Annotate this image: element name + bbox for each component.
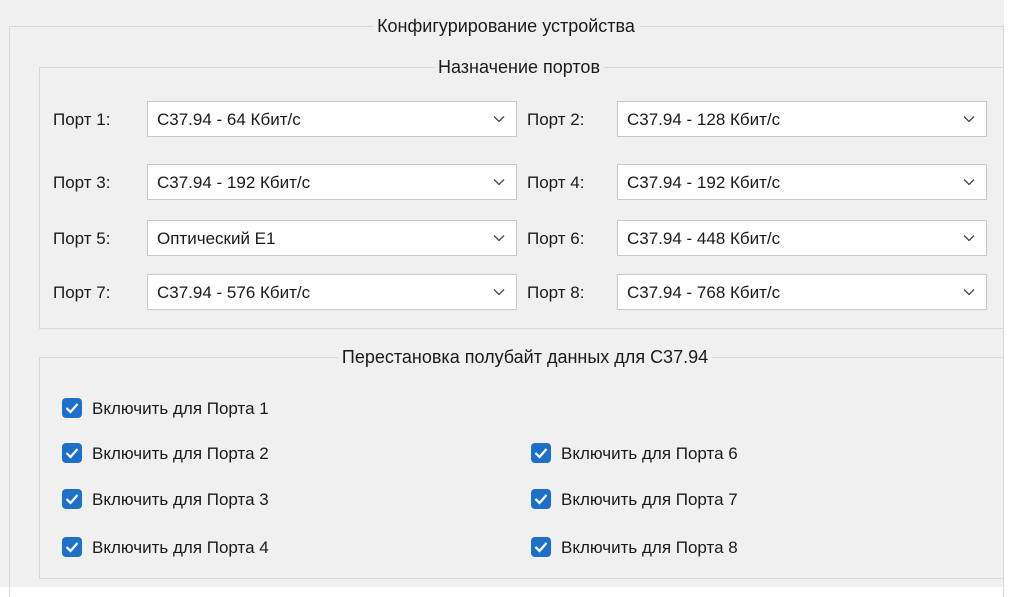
checkbox-port-8[interactable]: Включить для Порта 8 [531,536,831,560]
checkbox-label: Включить для Порта 4 [92,538,269,557]
checkbox-label: Включить для Порта 6 [561,444,738,463]
chevron-down-icon [963,116,975,123]
port-3-label: Порт 3: [53,173,111,192]
checkmark-icon [65,403,79,414]
port-6-combobox[interactable]: С37.94 - 448 Кбит/с [617,220,987,256]
checkbox-port-4[interactable]: Включить для Порта 4 [62,536,362,560]
port-2-label: Порт 2: [527,110,585,129]
port-2-value: С37.94 - 128 Кбит/с [627,110,781,129]
port-7-combobox[interactable]: С37.94 - 576 Кбит/с [147,274,517,310]
port-1-combobox[interactable]: С37.94 - 64 Кбит/с [147,101,517,137]
checkbox-label: Включить для Порта 3 [92,490,269,509]
checkbox-label: Включить для Порта 1 [92,399,269,418]
port-5-value: Оптический Е1 [157,229,276,248]
port-3-value: С37.94 - 192 Кбит/с [157,173,311,192]
port-4-combobox[interactable]: С37.94 - 192 Кбит/с [617,164,987,200]
checkbox-label: Включить для Порта 2 [92,444,269,463]
checkmark-icon [534,448,548,459]
checkbox-box[interactable] [531,443,551,463]
checkbox-box[interactable] [531,537,551,557]
port-4-value: С37.94 - 192 Кбит/с [627,173,781,192]
checkbox-box[interactable] [531,489,551,509]
port-5-label: Порт 5: [53,229,111,248]
checkbox-port-7[interactable]: Включить для Порта 7 [531,488,831,512]
device-config-title: Конфигурирование устройства [373,15,639,37]
port-1-value: С37.94 - 64 Кбит/с [157,110,301,129]
port-4-label: Порт 4: [527,173,585,192]
checkbox-box[interactable] [62,443,82,463]
checkbox-label: Включить для Порта 7 [561,490,738,509]
checkmark-icon [534,542,548,553]
nibble-swap-title: Перестановка полубайт данных для С37.94 [337,346,713,368]
port-8-label: Порт 8: [527,283,585,302]
checkbox-box[interactable] [62,489,82,509]
checkbox-port-6[interactable]: Включить для Порта 6 [531,442,831,466]
port-7-value: С37.94 - 576 Кбит/с [157,283,311,302]
checkmark-icon [534,494,548,505]
chevron-down-icon [963,235,975,242]
checkmark-icon [65,448,79,459]
checkbox-port-3[interactable]: Включить для Порта 3 [62,488,362,512]
port-8-value: С37.94 - 768 Кбит/с [627,283,781,302]
chevron-down-icon [963,179,975,186]
checkbox-port-2[interactable]: Включить для Порта 2 [62,442,362,466]
port-8-combobox[interactable]: С37.94 - 768 Кбит/с [617,274,987,310]
checkbox-port-1[interactable]: Включить для Порта 1 [62,397,362,421]
checkmark-icon [65,494,79,505]
port-6-value: С37.94 - 448 Кбит/с [627,229,781,248]
chevron-down-icon [493,116,505,123]
port-7-label: Порт 7: [53,283,111,302]
chevron-down-icon [493,235,505,242]
port-2-combobox[interactable]: С37.94 - 128 Кбит/с [617,101,987,137]
port-1-label: Порт 1: [53,110,111,129]
window-edge [1004,0,1015,597]
chevron-down-icon [963,289,975,296]
port-3-combobox[interactable]: С37.94 - 192 Кбит/с [147,164,517,200]
port-6-label: Порт 6: [527,229,585,248]
checkbox-label: Включить для Порта 8 [561,538,738,557]
chevron-down-icon [493,289,505,296]
port-5-combobox[interactable]: Оптический Е1 [147,220,517,256]
chevron-down-icon [493,179,505,186]
checkmark-icon [65,542,79,553]
checkbox-box[interactable] [62,398,82,418]
port-assignment-title: Назначение портов [434,56,604,78]
checkbox-box[interactable] [62,537,82,557]
